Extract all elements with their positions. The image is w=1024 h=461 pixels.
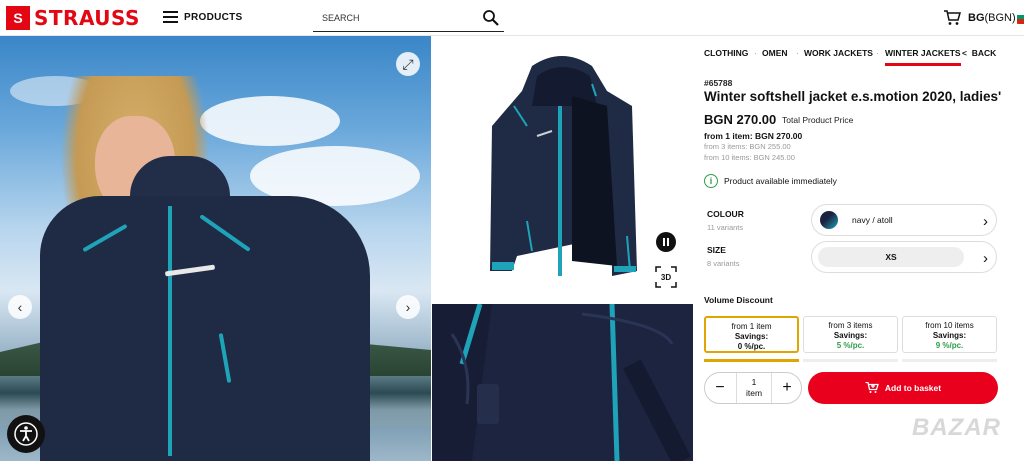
volume-tier-indicator	[902, 359, 997, 362]
availability-status: i Product available immediately	[704, 174, 837, 188]
increase-quantity-button[interactable]: +	[778, 379, 796, 397]
colour-swatch	[820, 211, 838, 229]
breadcrumb: CLOTHING · OMEN · WORK JACKETS · WINTER …	[704, 46, 1004, 68]
flag-icon[interactable]	[1017, 10, 1024, 24]
volume-tier-1[interactable]: from 1 item Savings: 0 %/pc.	[704, 316, 799, 353]
volume-tier-indicator	[704, 359, 799, 362]
breadcrumb-women[interactable]: OMEN	[762, 48, 788, 58]
volume-tier-savings-label: Savings:	[932, 331, 967, 340]
colour-label: COLOUR	[707, 209, 744, 219]
breadcrumb-separator: ·	[876, 48, 879, 58]
chevron-right-icon: ›	[983, 250, 988, 267]
product-page: S STRAUSS PRODUCTS BG(BGN)	[0, 0, 1024, 461]
expand-icon: ⤢	[402, 55, 414, 72]
currency-selector[interactable]: BG(BGN)	[968, 12, 1016, 24]
add-to-basket-label: Add to basket	[884, 383, 942, 393]
back-arrow-icon: <	[962, 48, 967, 58]
info-icon: i	[704, 174, 718, 188]
size-value: XS	[818, 247, 964, 267]
chevron-right-icon: ›	[983, 213, 988, 230]
colour-selector[interactable]: navy / atoll ›	[811, 204, 997, 236]
breadcrumb-separator: ·	[754, 48, 757, 58]
products-menu-button[interactable]: PRODUCTS	[163, 11, 243, 23]
hamburger-icon	[163, 11, 178, 23]
volume-tier-label: from 10 items	[925, 321, 974, 330]
volume-tier-indicator	[803, 359, 898, 362]
add-to-basket-button[interactable]: Add to basket	[808, 372, 998, 404]
volume-tier-percent: 9 %/pc.	[935, 341, 964, 350]
strauss-logo[interactable]: S STRAUSS	[6, 6, 140, 30]
pause-icon	[663, 238, 665, 246]
volume-tier-savings-label: Savings:	[734, 332, 769, 341]
product-sku: #65788	[704, 78, 733, 88]
pause-button[interactable]	[656, 232, 676, 252]
volume-tier-percent: 5 %/pc.	[836, 341, 865, 350]
volume-tier-label: from 1 item	[731, 322, 772, 331]
site-header: S STRAUSS PRODUCTS BG(BGN)	[0, 0, 1024, 36]
volume-tier-percent: 0 %/pc.	[737, 342, 766, 351]
accessibility-icon	[14, 422, 38, 446]
breadcrumb-winter-jackets[interactable]: WINTER JACKETS	[885, 48, 961, 66]
search-input[interactable]	[313, 7, 473, 29]
size-variants-count: 8 variants	[707, 259, 740, 268]
gallery-next-button[interactable]: ›	[396, 295, 420, 319]
accessibility-button[interactable]	[7, 415, 45, 453]
chevron-right-icon: ›	[405, 299, 411, 315]
volume-tier-3[interactable]: from 3 items Savings: 5 %/pc.	[803, 316, 898, 353]
search-bar	[313, 7, 504, 32]
price-label: Total Product Price	[782, 115, 854, 125]
product-title: Winter softshell jacket e.s.motion 2020,…	[704, 89, 1002, 104]
jacket-product-image	[490, 56, 637, 276]
jacket-zip	[168, 206, 172, 456]
3d-view-button[interactable]: 3D	[655, 266, 677, 288]
expand-button[interactable]: ⤢	[396, 52, 420, 76]
volume-tier-10[interactable]: from 10 items Savings: 9 %/pc.	[902, 316, 997, 353]
search-icon[interactable]	[482, 9, 500, 27]
price-tier-3: from 3 items: BGN 255.00	[704, 142, 791, 151]
quantity-value: 1	[751, 377, 757, 387]
currency-code: BG	[968, 12, 985, 24]
quantity-unit: item	[745, 388, 763, 398]
product-thumbnail-detail[interactable]	[432, 304, 693, 461]
volume-tier-label: from 3 items	[828, 321, 873, 330]
cart-add-icon	[865, 382, 879, 393]
logo-mark: S	[6, 6, 30, 30]
volume-discount-title: Volume Discount	[704, 295, 773, 305]
products-menu-label: PRODUCTS	[184, 11, 243, 23]
main-product-photo[interactable]: ⤢ ‹ ›	[0, 36, 431, 461]
bazar-watermark: BAZAR	[912, 414, 1001, 441]
breadcrumb-separator: ·	[796, 48, 799, 58]
breadcrumb-clothing[interactable]: CLOTHING	[704, 48, 748, 58]
quantity-field[interactable]: 1 item	[736, 373, 772, 403]
product-thumbnail-front[interactable]	[432, 36, 693, 303]
size-label: SIZE	[707, 245, 726, 255]
price-tier-10: from 10 items: BGN 245.00	[704, 153, 795, 162]
currency-unit: (BGN)	[984, 12, 1016, 24]
fabric-detail-image	[432, 304, 693, 461]
cloud	[200, 96, 340, 146]
colour-variants-count: 11 variants	[707, 223, 744, 232]
gallery-prev-button[interactable]: ‹	[8, 295, 32, 319]
availability-text: Product available immediately	[724, 176, 837, 186]
price-tier-1: from 1 item: BGN 270.00	[704, 131, 803, 141]
size-selector[interactable]: XS ›	[811, 241, 997, 273]
chevron-left-icon: ‹	[17, 299, 23, 315]
cart-icon[interactable]	[943, 10, 961, 26]
jacket-body	[40, 196, 370, 461]
decrease-quantity-button[interactable]: −	[711, 379, 729, 397]
logo-text: STRAUSS	[34, 6, 140, 30]
3d-view-icon	[655, 266, 677, 288]
colour-value: navy / atoll	[852, 215, 893, 225]
product-price: BGN 270.00	[704, 112, 777, 127]
back-link[interactable]: < BACK	[962, 48, 996, 58]
breadcrumb-work-jackets[interactable]: WORK JACKETS	[804, 48, 873, 58]
back-label: BACK	[971, 48, 997, 58]
quantity-stepper: − 1 item +	[704, 372, 802, 404]
volume-tier-savings-label: Savings:	[833, 331, 868, 340]
